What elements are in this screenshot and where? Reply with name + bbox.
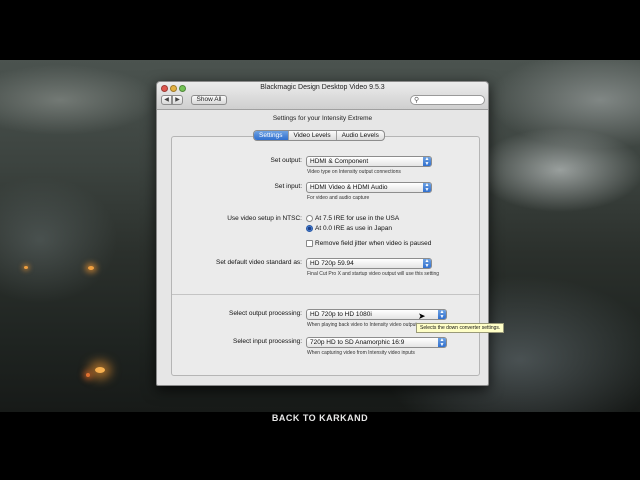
show-all-button[interactable]: Show All	[191, 95, 227, 105]
video-subtitle: BACK TO KARKAND	[271, 413, 369, 423]
settings-panel: Set output: HDMI & Component ▲ ▼ Video ty…	[171, 136, 480, 376]
fire-glow	[86, 373, 90, 377]
popup-arrows-icon: ▲ ▼	[438, 309, 446, 320]
section-divider	[172, 294, 479, 295]
letterbox-top	[0, 0, 640, 60]
ntsc-radio-usa[interactable]	[306, 215, 313, 222]
set-output-label: Set output:	[270, 157, 302, 164]
popup-arrows-icon: ▲ ▼	[423, 182, 431, 193]
output-popup-value: HDMI & Component	[310, 158, 369, 165]
tooltip: Selects the down converter settings.	[416, 323, 505, 333]
tab-video-levels[interactable]: Video Levels	[289, 131, 337, 140]
input-popup-value: HDMI Video & HDMI Audio	[310, 184, 388, 191]
popup-arrows-icon: ▲ ▼	[423, 156, 431, 167]
popup-arrows-icon: ▲ ▼	[423, 258, 431, 269]
window-titlebar[interactable]: Blackmagic Design Desktop Video 9.5.3 ◀ …	[157, 82, 488, 110]
mouse-pointer-icon: ➤	[418, 311, 426, 321]
output-help: Video type on Intensity output connectio…	[307, 169, 401, 175]
ntsc-radio-japan[interactable]	[306, 225, 313, 232]
tab-settings[interactable]: Settings	[254, 131, 289, 140]
output-processing-label: Select output processing:	[229, 310, 302, 317]
popup-arrows-icon: ▲ ▼	[438, 337, 446, 348]
set-input-label: Set input:	[274, 183, 302, 190]
jitter-checkbox[interactable]	[306, 240, 313, 247]
ntsc-label: Use video setup in NTSC:	[227, 215, 302, 222]
input-processing-help: When capturing video from Intensity vide…	[307, 350, 415, 356]
input-processing-label: Select input processing:	[232, 338, 302, 345]
fire-glow	[88, 266, 94, 270]
input-processing-value: 720p HD to SD Anamorphic 16:9	[310, 339, 405, 346]
video-standard-popup[interactable]: HD 720p 59.94 ▲ ▼	[306, 258, 432, 269]
video-standard-help: Final Cut Pro X and startup video output…	[307, 271, 440, 277]
video-standard-value: HD 720p 59.94	[310, 260, 354, 267]
tab-bar[interactable]: Settings Video Levels Audio Levels	[253, 130, 385, 141]
jitter-label[interactable]: Remove field jitter when video is paused	[315, 240, 431, 247]
preferences-window[interactable]: Blackmagic Design Desktop Video 9.5.3 ◀ …	[156, 81, 505, 386]
ntsc-option-usa[interactable]: At 7.5 IRE for use in the USA	[315, 215, 399, 222]
output-processing-value: HD 720p to HD 1080i	[310, 311, 372, 318]
output-processing-help: When playing back video to Intensity vid…	[307, 322, 420, 328]
fire-glow	[95, 367, 105, 373]
input-processing-popup[interactable]: 720p HD to SD Anamorphic 16:9 ▲ ▼	[306, 337, 447, 348]
video-standard-label: Set default video standard as:	[215, 259, 302, 266]
output-popup[interactable]: HDMI & Component ▲ ▼	[306, 156, 432, 167]
input-popup[interactable]: HDMI Video & HDMI Audio ▲ ▼	[306, 182, 432, 193]
input-help: For video and audio capture	[307, 195, 370, 201]
tab-audio-levels[interactable]: Audio Levels	[337, 131, 384, 140]
back-button[interactable]: ◀	[161, 95, 172, 105]
forward-button[interactable]: ▶	[172, 95, 183, 105]
fire-glow	[24, 266, 28, 269]
window-title: Blackmagic Design Desktop Video 9.5.3	[260, 84, 385, 91]
magnifier-icon: ⚲	[414, 97, 420, 104]
search-field[interactable]: ⚲	[410, 95, 485, 105]
ntsc-option-japan[interactable]: At 0.0 IRE as use in Japan	[315, 225, 392, 232]
device-heading: Settings for your Intensity Extreme	[272, 115, 373, 122]
